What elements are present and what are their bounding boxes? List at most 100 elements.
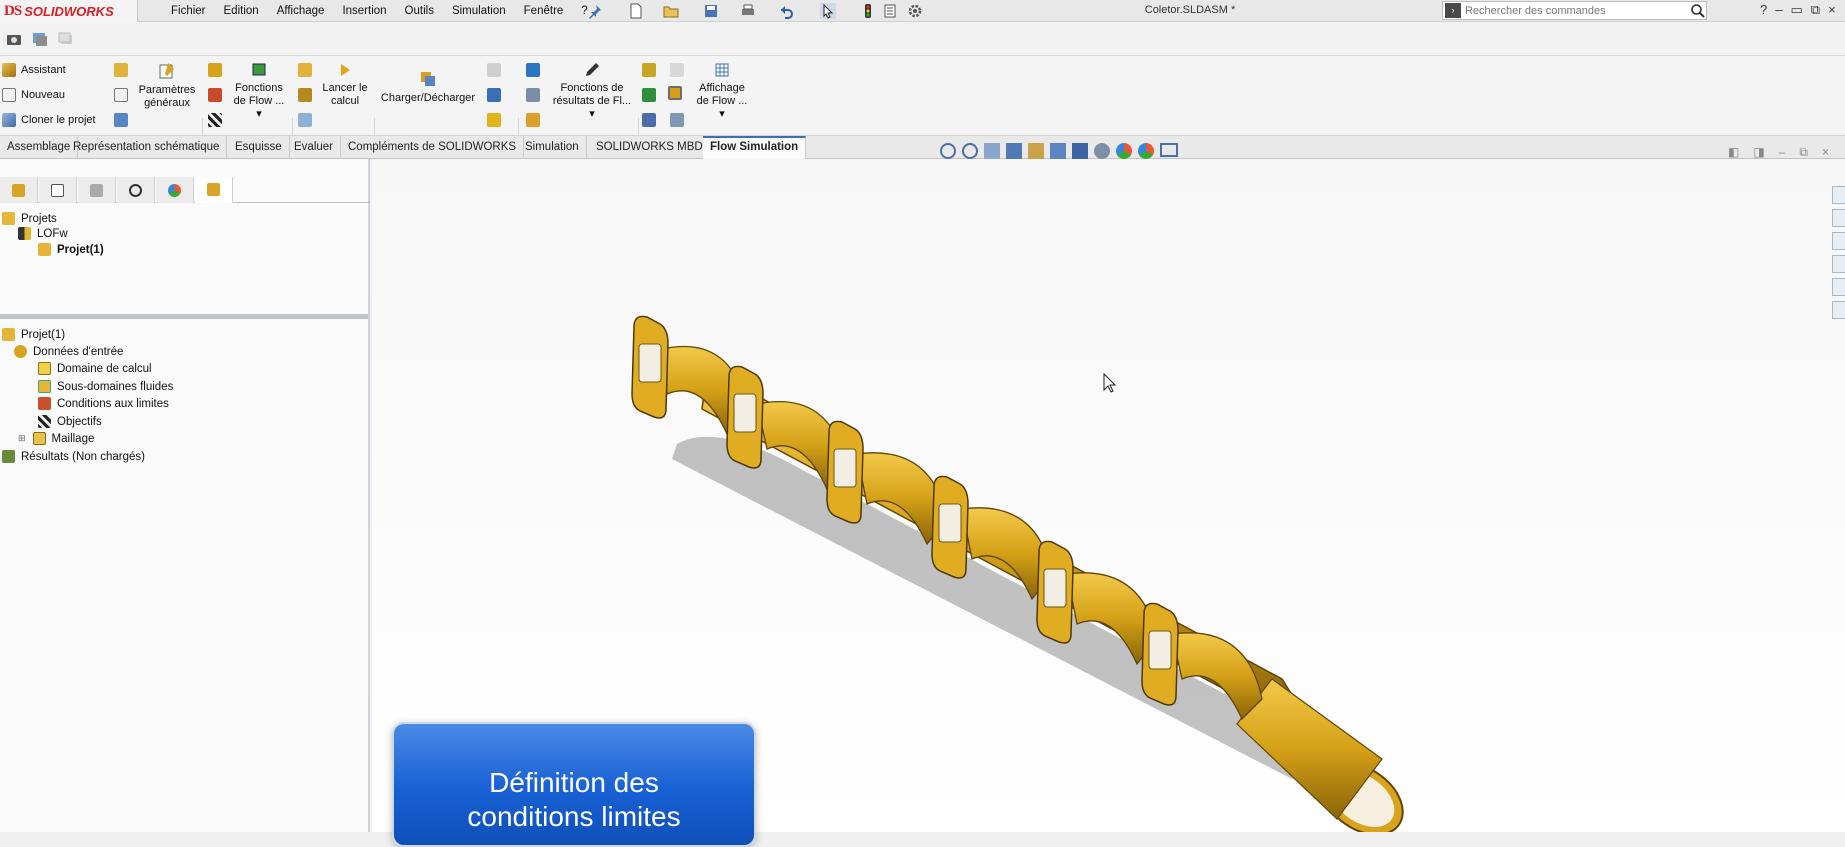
tab-esquisse[interactable]: Esquisse — [228, 136, 290, 159]
flow-small-icon-1[interactable] — [114, 63, 128, 77]
panel-splitter[interactable] — [0, 314, 368, 319]
tree-objectifs[interactable]: Objectifs — [38, 415, 102, 428]
select-cursor-icon[interactable] — [820, 3, 836, 19]
dropdown-arrow[interactable]: ▾ — [589, 108, 595, 120]
general-settings-button[interactable]: Paramètres généraux — [135, 62, 199, 110]
chart-results-icon[interactable] — [487, 113, 501, 127]
expand-icon[interactable]: ⊞ — [18, 433, 26, 444]
tab-solidworks-mbd[interactable]: SOLIDWORKS MBD — [589, 136, 711, 159]
viewport-restore-icon[interactable]: ⧉ — [1799, 145, 1808, 160]
feature-manager-tab[interactable] — [0, 177, 38, 203]
palette-icon[interactable] — [1832, 255, 1845, 273]
tree-maillage[interactable]: ⊞ Maillage — [18, 432, 94, 445]
capture-icon[interactable] — [32, 31, 48, 47]
flow-display-button[interactable]: Affichage de Flow ... ▾ — [692, 62, 752, 121]
flow-small-icon-2[interactable] — [114, 88, 128, 102]
menu-outils[interactable]: Outils — [396, 3, 443, 19]
configuration-manager-tab[interactable] — [78, 177, 116, 203]
results-feature-icon-1[interactable] — [526, 63, 540, 77]
result-features-button[interactable]: Fonctions de résultats de Fl... ▾ — [550, 62, 634, 121]
plot-icon-3[interactable] — [642, 113, 656, 127]
close-icon[interactable]: × — [1828, 2, 1836, 18]
lightbulb-icon[interactable] — [670, 63, 684, 77]
hide-show-icon[interactable] — [1094, 143, 1110, 159]
appearance-icon[interactable] — [1116, 143, 1132, 159]
menu-simulation[interactable]: Simulation — [443, 3, 515, 19]
traffic-light-icon[interactable] — [860, 3, 876, 19]
help-icon[interactable]: ? — [1760, 2, 1767, 18]
results-feature-icon-3[interactable] — [526, 113, 540, 127]
dynamic-annotation-icon[interactable] — [1028, 143, 1044, 159]
save-icon[interactable] — [703, 3, 719, 19]
display-manager-tab[interactable] — [156, 177, 194, 203]
custom-properties-icon[interactable] — [1832, 301, 1845, 319]
search-commands[interactable]: › Rechercher des commandes — [1442, 1, 1707, 20]
solidworks-logo[interactable]: DS SOLIDWORKS — [0, 0, 138, 22]
batch-icon[interactable] — [298, 113, 312, 127]
flow-small-icon-3[interactable] — [114, 113, 128, 127]
new-document-icon[interactable] — [628, 3, 644, 19]
maximize-icon[interactable]: ⧉ — [1811, 2, 1820, 18]
dropdown-arrow[interactable]: ▾ — [719, 108, 725, 120]
zoom-to-fit-icon[interactable] — [940, 143, 956, 159]
previous-view-icon[interactable] — [984, 143, 1000, 159]
menu-fichier[interactable]: Fichier — [162, 3, 215, 19]
display-style-icon[interactable] — [1072, 143, 1088, 159]
dropdown-arrow[interactable]: ▾ — [256, 108, 262, 120]
tab-flow-simulation[interactable]: Flow Simulation — [703, 136, 807, 159]
tree-lofw[interactable]: LOFw — [18, 227, 68, 240]
file-properties-icon[interactable] — [882, 3, 898, 19]
nouveau-button[interactable]: Nouveau — [2, 88, 65, 102]
restore-icon[interactable]: ▭ — [1790, 2, 1802, 18]
menu-edition[interactable]: Edition — [215, 3, 268, 19]
property-manager-tab[interactable] — [39, 177, 77, 203]
goals-flag-icon[interactable] — [208, 113, 222, 127]
search-icon[interactable] — [1690, 3, 1706, 19]
explorer-icon[interactable] — [1832, 232, 1845, 250]
tab-evaluer[interactable]: Evaluer — [287, 136, 341, 159]
mesh-small-icon[interactable] — [298, 63, 312, 77]
view-orientation-icon[interactable] — [1050, 143, 1066, 159]
minimize-icon[interactable]: – — [1775, 2, 1782, 18]
dimxpert-tab[interactable] — [117, 177, 155, 203]
tab-complements[interactable]: Compléments de SOLIDWORKS — [341, 136, 525, 159]
viewport-minimize-icon[interactable]: – — [1779, 145, 1786, 160]
display-toggle-icon[interactable] — [668, 86, 682, 100]
results-feature-icon-2[interactable] — [526, 88, 540, 102]
tree-analysis-root[interactable]: Projet(1) — [2, 328, 65, 341]
tree-resultats[interactable]: Résultats (Non chargés) — [2, 450, 145, 463]
home-icon[interactable] — [1832, 186, 1845, 204]
library-icon[interactable] — [1832, 209, 1845, 227]
appearances-icon[interactable] — [1832, 278, 1845, 296]
stack-icon[interactable] — [58, 31, 74, 47]
tree-projects-root[interactable]: Projets — [2, 212, 57, 225]
clone-project-button[interactable]: Cloner le projet — [2, 113, 96, 127]
computational-domain-small-icon[interactable] — [208, 63, 222, 77]
assistant-button[interactable]: Assistant — [2, 63, 66, 77]
pin-icon[interactable] — [587, 3, 603, 19]
open-folder-icon[interactable] — [663, 3, 679, 19]
menu-affichage[interactable]: Affichage — [268, 3, 334, 19]
zoom-area-icon[interactable] — [962, 143, 978, 159]
menu-insertion[interactable]: Insertion — [333, 3, 395, 19]
print-icon[interactable] — [740, 3, 756, 19]
viewport-close-icon[interactable]: × — [1822, 145, 1829, 160]
section-view-icon[interactable] — [1006, 143, 1022, 159]
tree-domaine-calcul[interactable]: Domaine de calcul — [38, 362, 152, 375]
gear-icon[interactable] — [907, 3, 923, 19]
pane-left-icon[interactable]: ◧ — [1728, 145, 1739, 160]
menu-fenetre[interactable]: Fenêtre — [515, 3, 573, 19]
pane-right-icon[interactable]: ◨ — [1753, 145, 1764, 160]
tab-simulation[interactable]: Simulation — [518, 136, 587, 159]
view-settings-icon[interactable] — [1160, 143, 1178, 157]
save-results-icon[interactable] — [487, 88, 501, 102]
load-unload-button[interactable]: Charger/Décharger — [378, 70, 478, 105]
plot-icon-2[interactable] — [642, 88, 656, 102]
scene-icon[interactable] — [1138, 143, 1154, 159]
plot-icon-1[interactable] — [642, 63, 656, 77]
flow-features-button[interactable]: Fonctions de Flow ... ▾ — [228, 62, 290, 121]
tree-conditions-limites[interactable]: Conditions aux limites — [38, 397, 169, 410]
tree-input-data[interactable]: Données d'entrée — [14, 345, 123, 358]
tree-projet-1[interactable]: Projet(1) — [38, 243, 104, 256]
tree-sous-domaines[interactable]: Sous-domaines fluides — [38, 380, 173, 393]
